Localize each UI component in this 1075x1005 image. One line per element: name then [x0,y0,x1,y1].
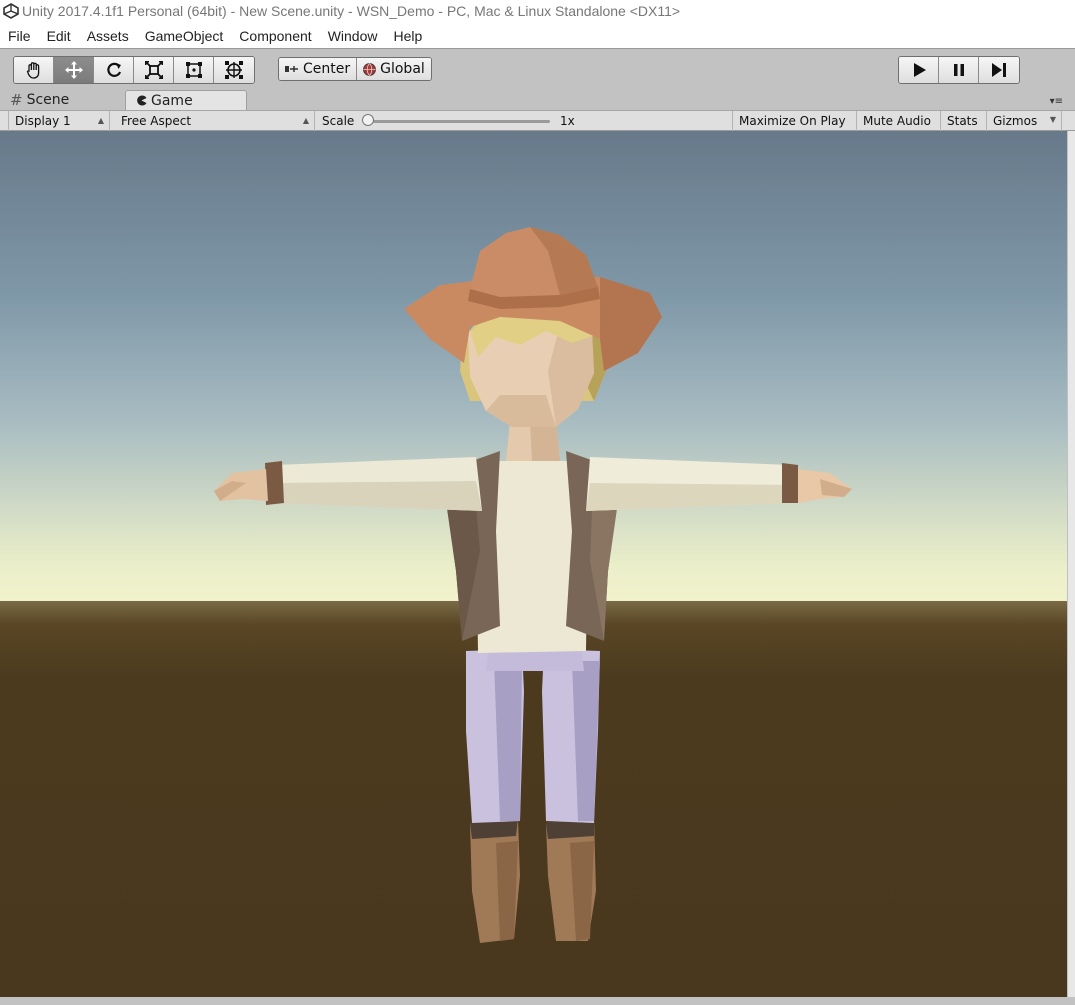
dropdown-arrow-icon: ▼ [1049,115,1056,124]
aspect-value: Free Aspect [121,114,192,128]
menu-assets[interactable]: Assets [79,24,137,48]
game-viewport[interactable] [0,131,1067,997]
main-toolbar: Center Global [0,48,1075,90]
rect-tool-button[interactable] [174,57,214,83]
stats-label: Stats [947,114,978,128]
move-tool-button[interactable] [54,57,94,83]
menu-gameobject[interactable]: GameObject [137,24,232,48]
scale-slider-thumb[interactable] [362,114,374,126]
display-dropdown[interactable]: Display 1 ▲ [8,111,110,131]
step-icon [992,63,1006,77]
aspect-dropdown[interactable]: Free Aspect ▲ [115,111,315,131]
menu-help[interactable]: Help [385,24,430,48]
play-icon [913,63,926,77]
tab-game-label: Game [151,92,193,109]
display-value: Display 1 [15,114,71,128]
rect-tool-icon [185,62,202,78]
mute-audio-toggle[interactable]: Mute Audio [857,111,941,131]
rotate-tool-icon [106,62,121,77]
transform-tool-icon [225,61,243,79]
maximize-on-play-label: Maximize On Play [739,114,846,128]
pivot-mode-label: Center [303,61,351,77]
pivot-mode-button[interactable]: Center [279,58,358,80]
dropdown-arrows-icon: ▲ [302,116,309,125]
hand-tool-icon [26,62,39,79]
cowboy-character [214,227,852,943]
menu-component[interactable]: Component [231,24,319,48]
pivot-controls: Center Global [278,57,432,81]
dropdown-arrows-icon: ▲ [97,116,104,125]
pivot-center-icon [285,66,298,72]
tab-menu-icon[interactable]: ▾≡ [1050,96,1063,107]
scale-slider-track[interactable] [366,120,550,123]
left-cuff [265,461,284,505]
scale-label: Scale [322,114,355,128]
scale-control: Scale 1x [316,111,730,131]
game-view-toolbar: Display 1 ▲ Free Aspect ▲ Scale 1x Maxim… [0,110,1075,131]
scale-tool-icon [144,61,163,79]
unity-logo-icon [0,0,22,22]
pacman-icon [137,95,147,106]
pause-button[interactable] [939,57,979,83]
move-tool-icon [64,61,83,79]
gizmos-label: Gizmos [993,114,1038,128]
mute-audio-label: Mute Audio [863,114,931,128]
window-title: Unity 2017.4.1f1 Personal (64bit) - New … [22,3,681,19]
play-button[interactable] [899,57,939,83]
grid-icon: # [10,91,23,109]
transform-tools [13,56,255,84]
playback-controls [898,56,1020,84]
menu-window[interactable]: Window [320,24,386,48]
gizmos-dropdown[interactable]: Gizmos ▼ [987,111,1062,131]
bottom-status-bar [0,997,1075,1005]
step-button[interactable] [979,57,1019,83]
tab-game[interactable]: Game [125,90,247,110]
right-cuff [782,463,798,503]
view-tabs: # Scene Game ▾≡ [0,90,1075,110]
transform-tool-button[interactable] [214,57,254,83]
scale-tool-button[interactable] [134,57,174,83]
menu-edit[interactable]: Edit [39,24,79,48]
stats-toggle[interactable]: Stats [941,111,987,131]
pause-icon [953,64,964,76]
pivot-space-label: Global [380,61,425,77]
tab-scene[interactable]: # Scene [0,90,122,110]
title-bar: Unity 2017.4.1f1 Personal (64bit) - New … [0,0,1075,22]
menu-bar: File Edit Assets GameObject Component Wi… [0,24,1075,48]
scale-value: 1x [560,114,575,128]
pivot-space-button[interactable]: Global [357,58,431,80]
globe-icon [363,62,377,76]
maximize-on-play-toggle[interactable]: Maximize On Play [732,111,857,131]
tab-scene-label: Scene [26,92,70,108]
hand-tool-button[interactable] [14,57,54,83]
rotate-tool-button[interactable] [94,57,134,83]
menu-file[interactable]: File [0,24,39,48]
vertical-scrollbar[interactable] [1067,131,1075,997]
